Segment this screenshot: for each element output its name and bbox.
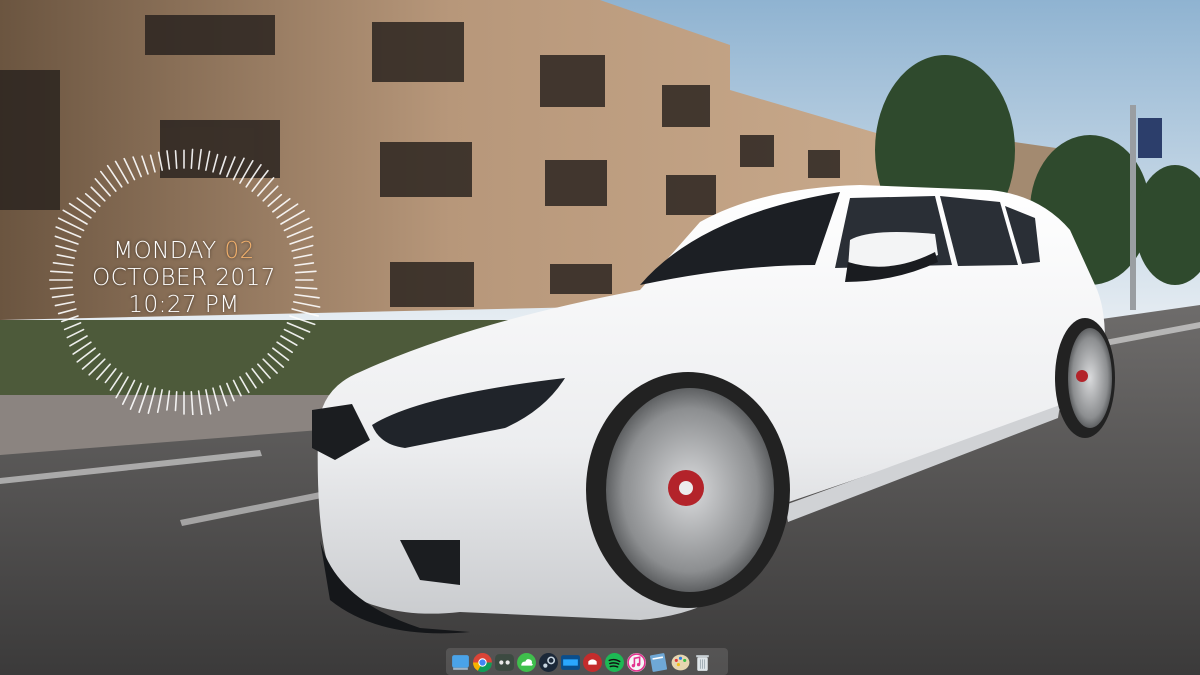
clock-ring-tick [219,385,228,407]
clock-ring-tick [267,193,283,207]
clock-ring-tick [190,390,194,415]
spotify-icon[interactable] [604,652,625,673]
clock-ring-tick [267,353,285,368]
clock-ring-tick [212,387,220,412]
clock-ring-tick [90,186,106,202]
clock-ring-tick [286,322,311,333]
finder-icon[interactable] [450,652,471,673]
clock-ring-tick [219,155,227,175]
trash-icon[interactable] [692,652,713,673]
clock-ring-tick [286,226,313,238]
clock-ring-tick [147,387,156,414]
clock-ring-tick [283,328,305,340]
clock-ring-tick [141,155,149,175]
clock-ring-tick [66,328,85,339]
clock-ring-tick [239,376,250,394]
clock-ring-tick [149,154,156,173]
steam-icon[interactable] [538,652,559,673]
cloud-sync-icon[interactable] [516,652,537,673]
clock-ring-tick [205,389,212,415]
paint-icon[interactable] [670,652,691,673]
clock-time: 10:27 PM [128,292,240,318]
clock-ring-tick [132,156,142,178]
clock-ring-tick [156,389,163,414]
clock-ring-tick [257,363,271,379]
vpn-shield-icon[interactable] [582,652,603,673]
clock-ring-tick [63,322,82,331]
clock-ring-tick [232,379,242,397]
clock-widget: MONDAY 02 OCTOBER 2017 10:27 PM [42,238,326,319]
clock-ring-tick [72,341,92,355]
clock-ring-tick [109,372,123,391]
chrome-icon[interactable] [472,652,493,673]
clock-ring-tick [138,385,149,413]
clock-month-year: OCTOBER 2017 [92,265,276,291]
clock-day-name: MONDAY [113,238,217,264]
clock-ring-tick [55,226,82,238]
clock-ring-tick [226,156,236,178]
clock-ring-tick [197,148,202,170]
clock-ring-tick [166,150,171,170]
clock-ring-tick [245,372,257,389]
clock-ring-tick [205,150,211,171]
clock-ring-tick [157,151,163,171]
clock-ring-tick [96,363,111,381]
clock-ring-tick [84,193,101,207]
clock-ring-tick [197,390,203,415]
clock-ring-tick [69,335,88,347]
battle-net-icon[interactable] [560,652,581,673]
clock-ring-tick [280,335,298,346]
clock-ring-tick [212,153,219,173]
clock-ring-tick [262,185,279,202]
clock-ring-tick [262,358,278,374]
clock-day-number: 02 [224,238,255,264]
clock-ring-tick [232,157,245,181]
clock-ring-tick [226,382,235,402]
clock-ring-tick [251,368,264,384]
clock-date-line: MONDAY 02 [42,238,326,265]
itunes-icon[interactable] [626,652,647,673]
dock [450,650,713,674]
clock-ring-tick [272,347,290,361]
clock-ring-tick [129,382,142,410]
discord-icon[interactable] [494,652,515,673]
clock-ring-tick [190,148,194,170]
clock-ring-tick [166,390,171,411]
clock-ring-tick [123,157,136,181]
notes-icon[interactable] [648,652,669,673]
clock-ring-tick [104,368,117,384]
clock-ring-tick [174,390,178,412]
clock-ring-tick [174,150,178,170]
clock-ring-tick [276,341,293,354]
